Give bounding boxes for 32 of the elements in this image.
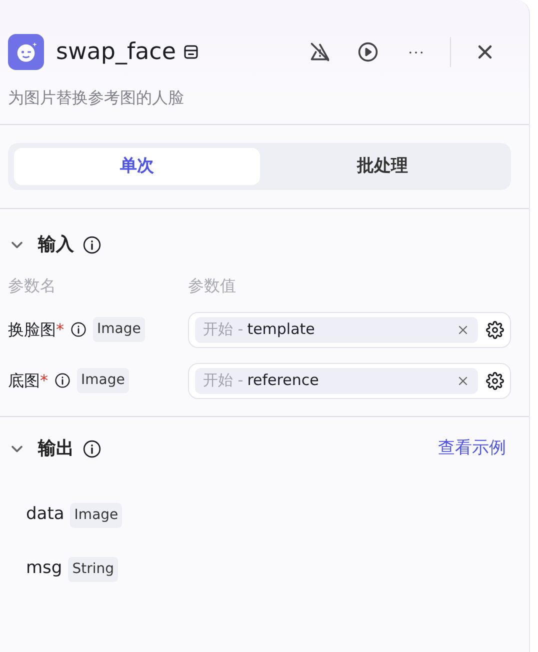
value-field[interactable]: 开始 - template bbox=[188, 312, 511, 348]
settings-icon[interactable] bbox=[486, 320, 504, 338]
value-field[interactable]: 开始 - reference bbox=[188, 362, 511, 398]
section-title: 输出 bbox=[38, 437, 74, 461]
type-tag: Image bbox=[70, 502, 122, 528]
info-icon bbox=[70, 321, 87, 338]
column-header: 参数名 bbox=[8, 275, 57, 297]
store-icon bbox=[182, 43, 200, 61]
face-icon bbox=[8, 34, 44, 70]
view-example-link[interactable]: 查看示例 bbox=[438, 436, 506, 462]
output-name: msg bbox=[26, 557, 62, 580]
settings-icon[interactable] bbox=[486, 372, 504, 390]
output-name: data bbox=[26, 503, 64, 526]
column-header: 参数值 bbox=[188, 275, 236, 297]
type-tag: String bbox=[68, 556, 118, 582]
variable-chip: 开始 - reference bbox=[195, 368, 478, 394]
mode-tab[interactable]: 单次 bbox=[14, 148, 260, 185]
more-icon bbox=[407, 50, 425, 54]
param-name: 换脸图* bbox=[8, 318, 64, 340]
info-icon bbox=[82, 234, 102, 254]
info-icon bbox=[82, 438, 102, 458]
mode-tab[interactable]: 批处理 bbox=[260, 148, 505, 185]
type-tag: Image bbox=[93, 317, 145, 342]
type-tag: Image bbox=[77, 368, 129, 393]
info-icon bbox=[54, 372, 71, 389]
param-name: 底图* bbox=[8, 370, 48, 392]
warning-off-icon bbox=[309, 41, 331, 63]
play-icon bbox=[357, 41, 379, 63]
node-title: swap_face bbox=[56, 38, 176, 67]
section-title: 输入 bbox=[38, 233, 74, 257]
node-description: 为图片替换参考图的人脸 bbox=[7, 87, 185, 109]
variable-chip: 开始 - template bbox=[195, 316, 478, 342]
